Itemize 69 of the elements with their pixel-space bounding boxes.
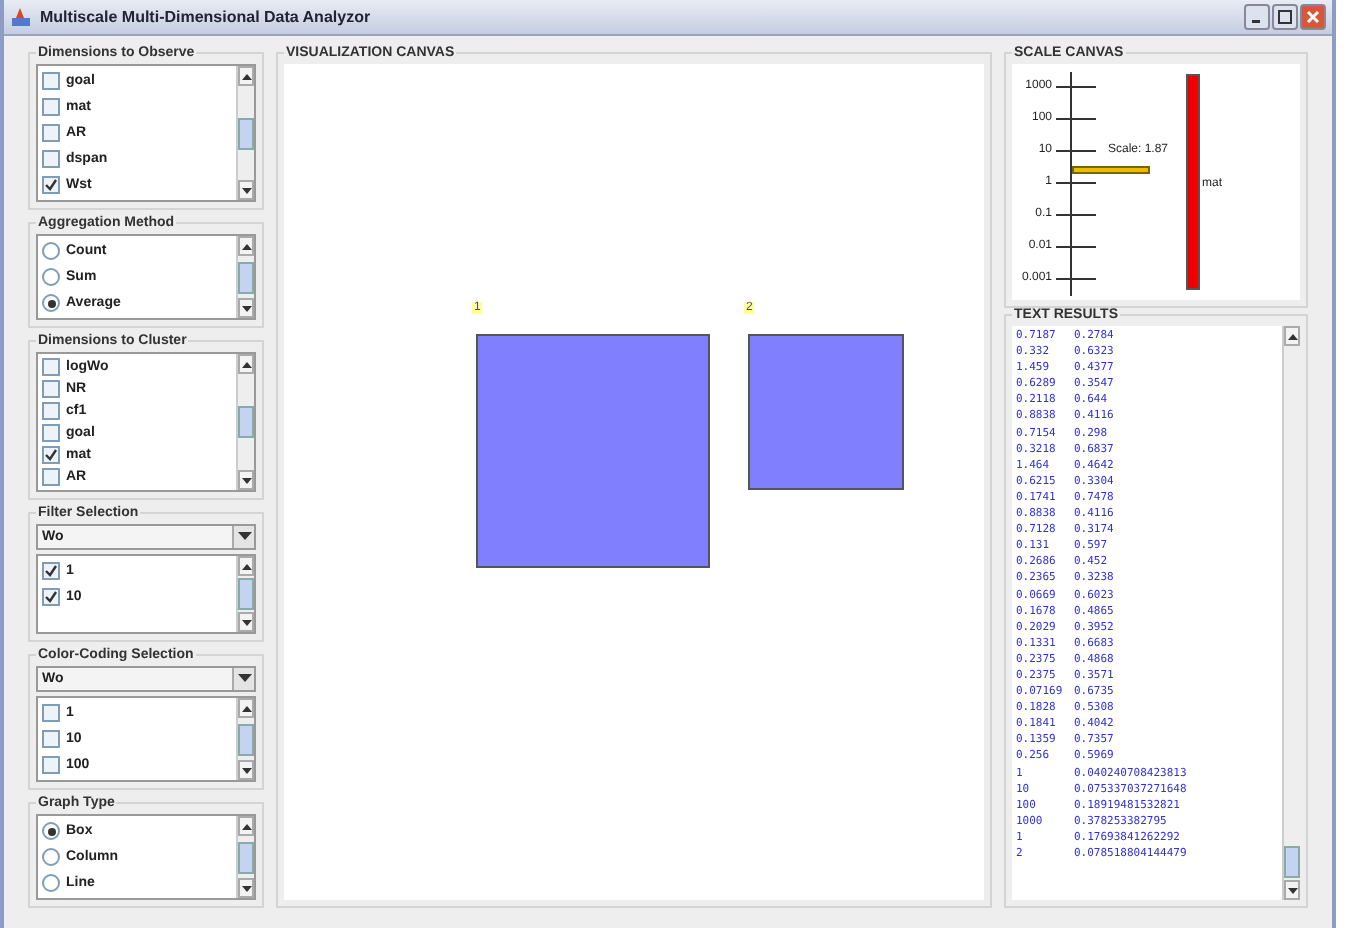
scrollbar[interactable] (236, 66, 254, 200)
checkbox[interactable] (42, 124, 60, 142)
checkbox[interactable] (42, 150, 60, 168)
scroll-up-icon (241, 361, 251, 367)
box-plot[interactable] (476, 334, 710, 568)
checkbox[interactable] (42, 756, 60, 774)
maximize-button[interactable] (1272, 4, 1298, 30)
dropdown-arrow-icon (237, 532, 251, 542)
scrollbar[interactable] (236, 236, 254, 318)
tick-mark (1056, 150, 1096, 152)
checkbox[interactable] (42, 380, 60, 398)
app-icon (10, 6, 32, 28)
scroll-thumb[interactable] (238, 578, 254, 610)
scrollbar[interactable] (1282, 326, 1300, 900)
tick-mark (1056, 278, 1096, 280)
dropdown-arrow-icon (237, 674, 251, 684)
checkbox[interactable] (42, 358, 60, 376)
checkbox[interactable] (42, 424, 60, 442)
scale-marker (1072, 166, 1150, 174)
scroll-thumb[interactable] (238, 723, 254, 755)
scrollbar[interactable] (236, 698, 254, 780)
tick-mark (1056, 118, 1096, 120)
scroll-thumb[interactable] (238, 261, 254, 293)
box-plot[interactable] (748, 334, 904, 490)
close-icon (1306, 10, 1320, 24)
radio-button[interactable] (42, 822, 60, 840)
radio-button[interactable] (42, 242, 60, 260)
scroll-down-icon (241, 767, 251, 773)
scrollbar[interactable] (236, 816, 254, 898)
radio-button[interactable] (42, 268, 60, 286)
checkbox[interactable] (42, 468, 60, 486)
checkbox[interactable] (42, 562, 60, 580)
scroll-up-icon (241, 705, 251, 711)
scroll-up-icon (1287, 333, 1297, 339)
scrollbar[interactable] (236, 556, 254, 632)
checkbox[interactable] (42, 588, 60, 606)
scroll-down-icon (241, 619, 251, 625)
checkbox[interactable] (42, 446, 60, 464)
radio-button[interactable] (42, 848, 60, 866)
scroll-up-icon (241, 823, 251, 829)
scroll-up-icon (241, 563, 251, 569)
scroll-down-icon (241, 885, 251, 891)
scroll-down-icon (1287, 887, 1297, 893)
checkbox[interactable] (42, 176, 60, 194)
window-title: Multiscale Multi-Dimensional Data Analyzor (40, 8, 373, 26)
scroll-thumb[interactable] (238, 406, 254, 438)
checkbox[interactable] (42, 72, 60, 90)
scroll-down-icon (241, 187, 251, 193)
checkbox[interactable] (42, 730, 60, 748)
scroll-thumb[interactable] (238, 841, 254, 873)
tick-mark (1056, 246, 1096, 248)
tick-mark (1056, 214, 1096, 216)
scroll-thumb[interactable] (1284, 846, 1300, 878)
minimize-button[interactable] (1244, 4, 1270, 30)
radio-button[interactable] (42, 294, 60, 312)
scrollbar[interactable] (236, 354, 254, 490)
scroll-thumb[interactable] (238, 117, 254, 149)
scroll-up-icon (241, 243, 251, 249)
radio-button[interactable] (42, 874, 60, 892)
checkbox[interactable] (42, 402, 60, 420)
scroll-up-icon (241, 73, 251, 79)
tick-mark (1056, 182, 1096, 184)
scroll-down-icon (241, 477, 251, 483)
close-button[interactable] (1300, 4, 1326, 30)
scroll-down-icon (241, 305, 251, 311)
checkbox[interactable] (42, 704, 60, 722)
checkbox[interactable] (42, 98, 60, 116)
tick-mark (1056, 86, 1096, 88)
maximize-icon (1278, 10, 1292, 24)
